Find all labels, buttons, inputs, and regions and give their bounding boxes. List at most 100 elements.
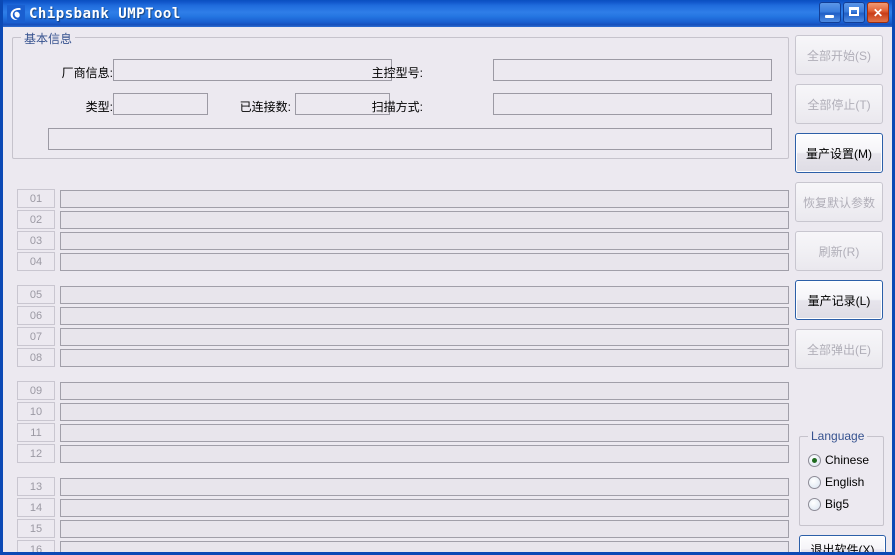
device-row-status-text [61,212,788,228]
production-settings-button[interactable]: 量产设置(M) [795,133,883,173]
device-row[interactable]: 14 [17,498,789,517]
device-row-progress[interactable] [60,285,789,304]
radio-chinese-icon [808,453,821,467]
language-option-english[interactable]: English [808,475,864,489]
device-row-progress[interactable] [60,423,789,442]
device-row-status-text [61,404,788,420]
production-log-button[interactable]: 量产记录(L) [795,280,883,320]
device-row[interactable]: 03 [17,231,789,250]
device-row-number: 02 [17,210,55,229]
device-row-progress[interactable] [60,327,789,346]
device-row-status-text [61,542,788,553]
device-row-progress[interactable] [60,519,789,538]
radio-big5-icon [808,497,821,511]
minimize-button[interactable] [819,2,841,23]
close-button[interactable]: ✕ [867,2,889,23]
device-row-progress[interactable] [60,381,789,400]
scan-mode-label: 扫描方式: [371,100,423,114]
device-row-progress[interactable] [60,540,789,553]
refresh-button: 刷新(R) [795,231,883,271]
company-footer-text: 深圳芯邦科技股份有限公司 [644,551,788,552]
device-row-progress[interactable] [60,231,789,250]
device-row-status-text [61,383,788,399]
device-row-number: 05 [17,285,55,304]
device-row-progress[interactable] [60,252,789,271]
type-label: 类型: [85,100,113,114]
device-row[interactable]: 15 [17,519,789,538]
maximize-button[interactable] [843,2,865,23]
device-row-number: 12 [17,444,55,463]
status-message-input[interactable] [48,128,772,150]
device-row-progress[interactable] [60,444,789,463]
device-row-status-text [61,479,788,495]
title-bar[interactable]: Chipsbank UMPTool ✕ [3,0,892,27]
device-row-status-text [61,500,788,516]
device-row[interactable]: 02 [17,210,789,229]
device-row-number: 01 [17,189,55,208]
device-row-progress[interactable] [60,498,789,517]
basic-info-group-title: 基本信息 [21,30,76,47]
language-group: Language Chinese English Big5 [799,429,884,526]
device-row-status-text [61,329,788,345]
device-row-progress[interactable] [60,306,789,325]
device-row-status-text [61,308,788,324]
controller-model-input[interactable] [493,59,772,81]
chipsbank-logo-icon [7,4,25,23]
device-row-status-text [61,287,788,303]
language-group-title: Language [808,429,868,443]
device-row-status-text [61,446,788,462]
device-row-number: 07 [17,327,55,346]
window-controls: ✕ [819,2,889,23]
device-row[interactable]: 08 [17,348,789,367]
device-row[interactable]: 04 [17,252,789,271]
language-option-chinese[interactable]: Chinese [808,453,869,467]
device-row-status-text [61,233,788,249]
row-group-separator [17,369,789,381]
start-all-button: 全部开始(S) [795,35,883,75]
eject-all-button: 全部弹出(E) [795,329,883,369]
vendor-info-label: 厂商信息: [61,66,113,80]
device-row-status-text [61,191,788,207]
controller-model-label: 主控型号: [371,66,423,80]
device-row-number: 06 [17,306,55,325]
connected-count-label: 已连接数: [239,100,291,114]
row-group-separator [17,273,789,285]
device-row-status-text [61,425,788,441]
device-row[interactable]: 01 [17,189,789,208]
device-row-number: 11 [17,423,55,442]
stop-all-button: 全部停止(T) [795,84,883,124]
language-option-big5[interactable]: Big5 [808,497,849,511]
application-window: Chipsbank UMPTool ✕ 基本信息 厂商信息: 主控型号: 类型:… [0,0,895,555]
device-row[interactable]: 13 [17,477,789,496]
scan-mode-input[interactable] [493,93,772,115]
device-row-number: 04 [17,252,55,271]
row-group-separator [17,465,789,477]
device-row[interactable]: 09 [17,381,789,400]
device-row-progress[interactable] [60,189,789,208]
client-area: 基本信息 厂商信息: 主控型号: 类型: 已连接数: 扫描方式: 01 02 03 0… [3,27,892,552]
device-row-number: 09 [17,381,55,400]
device-row-number: 16 [17,540,55,552]
exit-button[interactable]: 退出软件(X) [799,535,886,552]
language-option-chinese-label: Chinese [825,453,870,467]
device-row-progress[interactable] [60,402,789,421]
device-row[interactable]: 06 [17,306,789,325]
device-rows-list: 01 02 03 04 05 06 07 08 09 10 11 12 13 14 15 16 [17,189,789,553]
device-row[interactable]: 12 [17,444,789,463]
device-row-progress[interactable] [60,210,789,229]
type-input[interactable] [113,93,208,115]
device-row[interactable]: 07 [17,327,789,346]
device-row-number: 08 [17,348,55,367]
device-row[interactable]: 16 [17,540,789,553]
device-row[interactable]: 11 [17,423,789,442]
language-option-big5-label: Big5 [825,497,850,511]
device-row-progress[interactable] [60,477,789,496]
sidebar-button-panel: 全部开始(S) 全部停止(T) 量产设置(M) 恢复默认参数 刷新(R) 量产记录(L) 全… [795,35,890,378]
device-row[interactable]: 05 [17,285,789,304]
language-option-english-label: English [825,475,865,489]
device-row-status-text [61,254,788,270]
device-row-number: 15 [17,519,55,538]
device-row-progress[interactable] [60,348,789,367]
device-row[interactable]: 10 [17,402,789,421]
device-row-number: 14 [17,498,55,517]
